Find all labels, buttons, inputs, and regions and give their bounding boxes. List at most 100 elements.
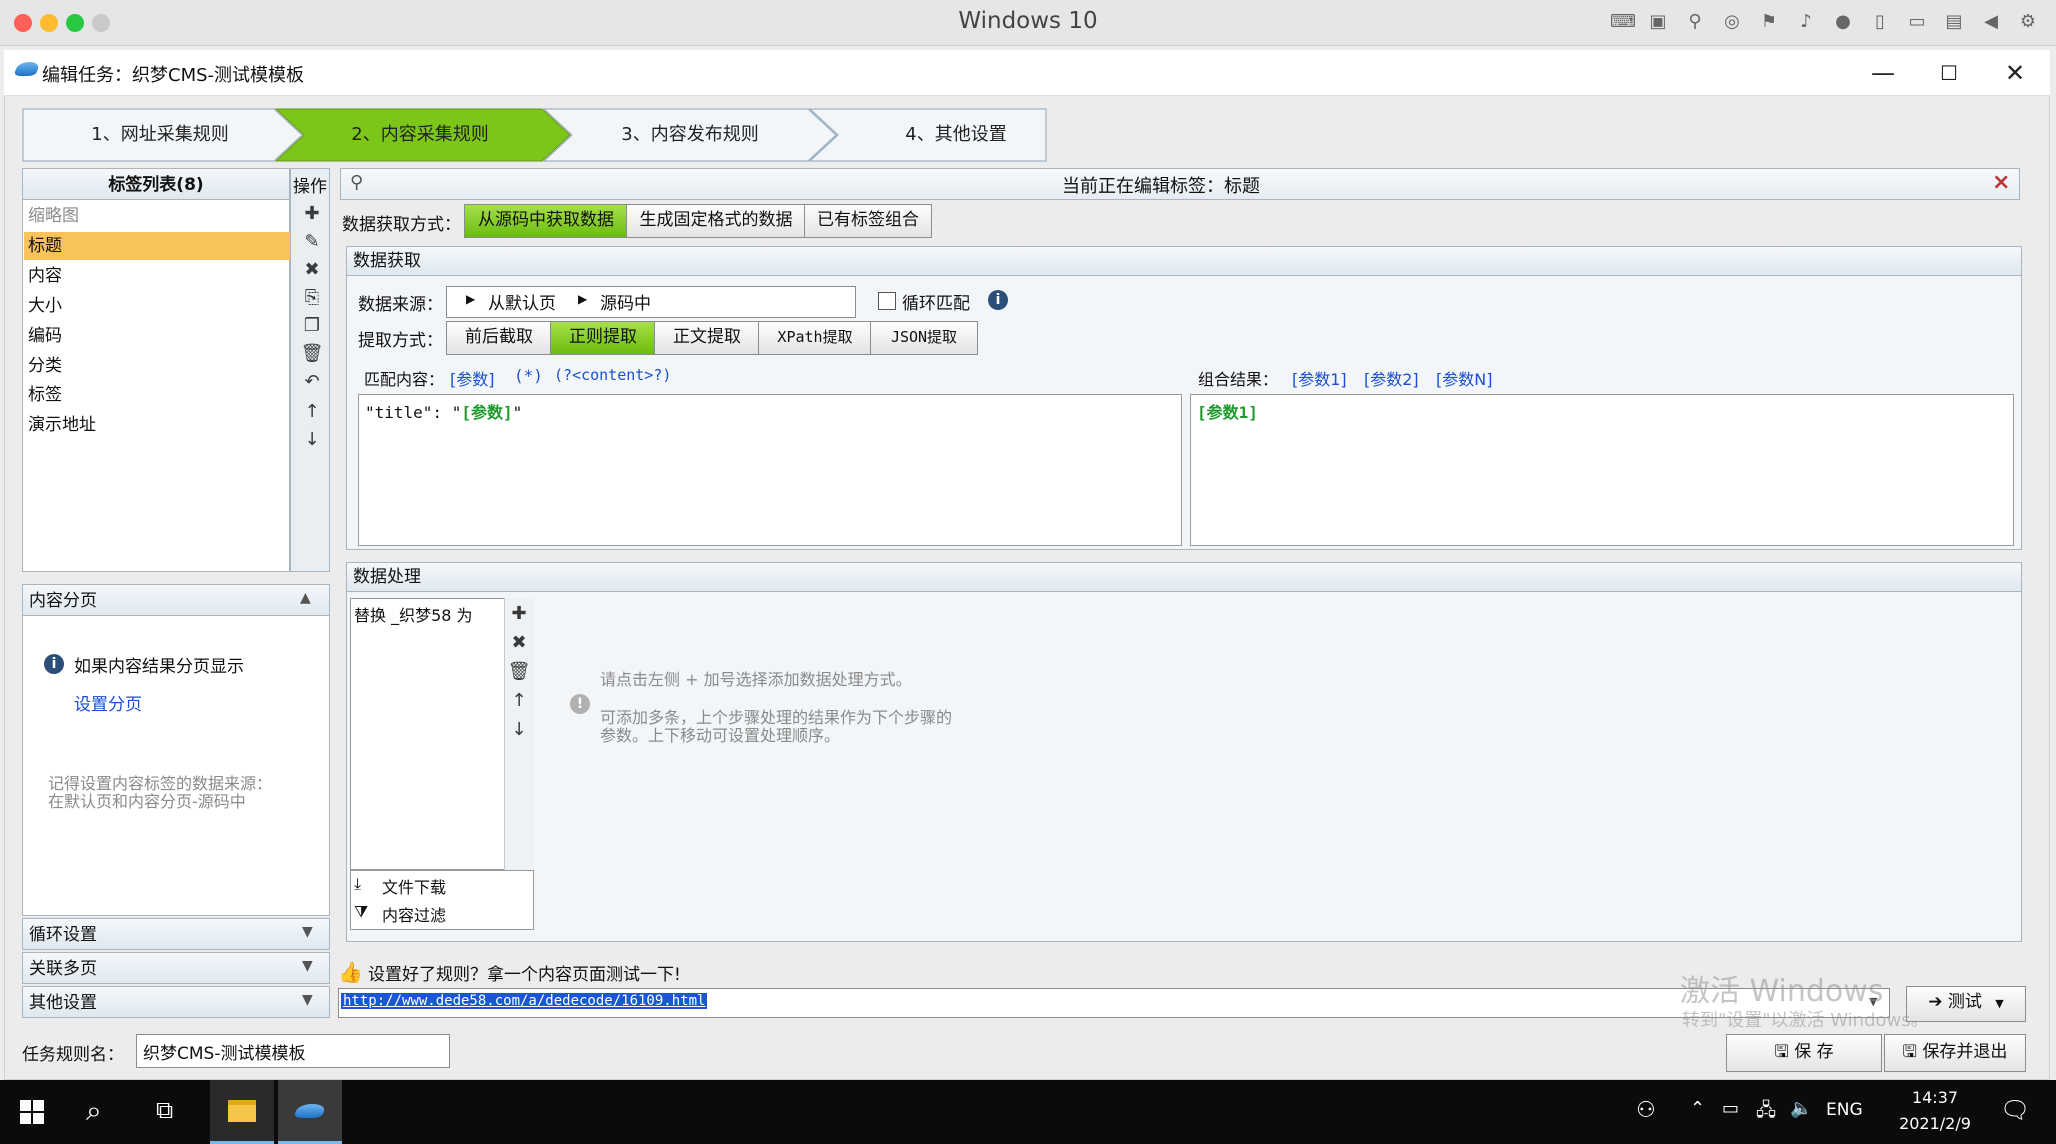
extract-mode-cut[interactable]: 前后截取 <box>446 321 552 355</box>
match-text-suffix: " <box>512 403 523 422</box>
extract-mode-regex[interactable]: 正则提取 <box>550 321 656 355</box>
disc-icon[interactable]: ◎ <box>1721 11 1743 33</box>
tag-item[interactable]: 大小 <box>24 292 292 320</box>
task-view-icon[interactable]: ⧉ <box>156 1096 173 1124</box>
combine-token-2[interactable]: [参数2] <box>1364 366 1419 390</box>
app-taskbar-item[interactable] <box>278 1080 342 1144</box>
match-token-param[interactable]: [参数] <box>450 366 495 390</box>
expand-down-icon[interactable]: ▼ <box>302 958 313 974</box>
move-up-icon[interactable]: ↑ <box>300 400 324 424</box>
test-url-input[interactable]: http://www.dede58.com/a/dedecode/16109.h… <box>338 988 1890 1018</box>
info-icon[interactable]: i <box>988 290 1008 310</box>
tag-item[interactable]: 标签 <box>24 381 292 409</box>
combine-token-1[interactable]: [参数1] <box>1292 366 1347 390</box>
maximize-button[interactable]: ☐ <box>1916 50 1982 96</box>
move-down-icon[interactable]: ↓ <box>300 428 324 452</box>
setup-pagination-link[interactable]: 设置分页 <box>74 690 142 715</box>
loop-match-label[interactable]: 循环匹配 <box>902 289 970 314</box>
processing-item[interactable]: 替换 _织梦58 为 <box>354 602 473 626</box>
camera-icon[interactable]: ▭ <box>1906 11 1928 33</box>
chevron-up-icon[interactable]: ⌃ <box>1690 1098 1705 1119</box>
language-indicator[interactable]: ENG <box>1826 1100 1863 1120</box>
pagination-header[interactable]: 内容分页 <box>22 584 330 616</box>
file-download-button[interactable]: 文件下载 <box>382 874 446 898</box>
undo-icon[interactable]: ↶ <box>300 370 324 394</box>
loop-settings-header[interactable]: 循环设置 <box>22 918 330 950</box>
move-up-icon[interactable]: ↑ <box>507 689 531 713</box>
add-icon[interactable]: ✚ <box>507 602 531 626</box>
step-4-label[interactable]: 4、其他设置 <box>836 110 1076 160</box>
cpu-icon[interactable]: ▣ <box>1647 11 1669 33</box>
combine-token-n[interactable]: [参数N] <box>1436 366 1492 390</box>
collapse-up-icon[interactable]: ▲ <box>300 590 311 606</box>
fetch-mode-combine[interactable]: 已有标签组合 <box>804 204 932 238</box>
expand-down-icon[interactable]: ▼ <box>302 992 313 1008</box>
edit-pencil-icon[interactable]: ✎ <box>300 230 324 254</box>
content-filter-button[interactable]: 内容过滤 <box>382 902 446 926</box>
tablet-icon[interactable]: ▯ <box>1869 11 1891 33</box>
test-url-text[interactable]: http://www.dede58.com/a/dedecode/16109.h… <box>341 993 708 1009</box>
back-arrow-icon[interactable]: ◀ <box>1980 11 2002 33</box>
tag-item[interactable]: 缩略图 <box>24 202 292 230</box>
app-logo-icon <box>13 62 41 76</box>
dropdown-arrow-icon[interactable]: ▼ <box>1995 997 2003 1010</box>
expand-down-icon[interactable]: ▼ <box>302 924 313 940</box>
loop-match-checkbox[interactable] <box>878 292 896 310</box>
task-name-input[interactable]: 织梦CMS-测试模模板 <box>136 1034 450 1068</box>
folder-share-icon[interactable]: ▤ <box>1943 11 1965 33</box>
related-pages-header[interactable]: 关联多页 <box>22 952 330 984</box>
combine-label: 组合结果： <box>1198 370 1279 389</box>
usb-icon[interactable]: ⚲ <box>1684 11 1706 33</box>
extract-mode-json[interactable]: JSON提取 <box>870 321 978 355</box>
step-2-label[interactable]: 2、内容采集规则 <box>300 110 540 160</box>
search-icon[interactable]: ⌕ <box>86 1094 102 1128</box>
extract-mode-body[interactable]: 正文提取 <box>654 321 760 355</box>
fetch-mode-source[interactable]: 从源码中获取数据 <box>464 204 628 238</box>
copy-icon[interactable]: ⎘ <box>300 286 324 310</box>
file-explorer-taskbar-item[interactable] <box>210 1080 274 1144</box>
match-token-wildcard[interactable]: (*) <box>514 366 543 385</box>
notification-icon[interactable]: 🗨 <box>2000 1096 2030 1124</box>
tag-item[interactable]: 分类 <box>24 352 292 380</box>
fetch-mode-fixed[interactable]: 生成固定格式的数据 <box>626 204 806 238</box>
tag-item-selected[interactable]: 标题 <box>24 232 292 260</box>
network-icon[interactable]: 🖧 <box>1756 1098 1776 1128</box>
tag-item[interactable]: 演示地址 <box>24 411 292 439</box>
minimize-button[interactable]: — <box>1850 50 1916 96</box>
delete-x-icon[interactable]: ✖ <box>300 258 324 282</box>
step-1-label[interactable]: 1、网址采集规则 <box>40 110 280 160</box>
source-part-2[interactable]: 源码中 <box>600 289 651 314</box>
tag-item[interactable]: 内容 <box>24 262 292 290</box>
windows-start-icon[interactable] <box>20 1100 44 1124</box>
extract-mode-xpath[interactable]: XPath提取 <box>758 321 872 355</box>
save-exit-button[interactable]: 🖫 保存并退出 <box>1884 1034 2026 1072</box>
gear-icon[interactable]: ⚙ <box>2017 11 2039 33</box>
other-settings-header[interactable]: 其他设置 <box>22 986 330 1018</box>
move-down-icon[interactable]: ↓ <box>507 718 531 742</box>
clock-time[interactable]: 14:37 <box>1890 1088 1980 1107</box>
match-content-textarea[interactable]: "title": "[参数]" <box>358 394 1182 546</box>
battery-icon[interactable]: ▭ <box>1722 1098 1739 1119</box>
trash-icon[interactable]: 🗑 <box>507 660 531 684</box>
step-3-label[interactable]: 3、内容发布规则 <box>570 110 810 160</box>
warning-icon: ! <box>570 694 590 714</box>
paste-icon[interactable]: ❐ <box>300 314 324 338</box>
match-token-content[interactable]: (?<content>?) <box>554 366 671 384</box>
info-icon: i <box>44 654 64 674</box>
network-icon[interactable]: ⚑ <box>1758 11 1780 33</box>
people-icon[interactable]: ⚇ <box>1636 1098 1656 1123</box>
source-part-1[interactable]: 从默认页 <box>488 289 556 314</box>
close-button[interactable]: ✕ <box>1982 50 2048 96</box>
mic-icon[interactable]: ● <box>1832 11 1854 33</box>
save-button[interactable]: 🖫 保 存 <box>1726 1034 1882 1072</box>
tag-item[interactable]: 编码 <box>24 322 292 350</box>
delete-x-icon[interactable]: ✖ <box>507 631 531 655</box>
combine-result-textarea[interactable]: [参数1] <box>1190 394 2014 546</box>
keyboard-icon[interactable]: ⌨ <box>1610 11 1636 33</box>
volume-icon[interactable]: 🔈 <box>1790 1098 1812 1119</box>
sound-icon[interactable]: ♪ <box>1795 11 1817 33</box>
close-editor-icon[interactable]: × <box>1992 170 2010 195</box>
trash-icon[interactable]: 🗑 <box>300 342 324 366</box>
clock-date[interactable]: 2021/2/9 <box>1880 1114 1990 1133</box>
add-icon[interactable]: ✚ <box>300 202 324 226</box>
